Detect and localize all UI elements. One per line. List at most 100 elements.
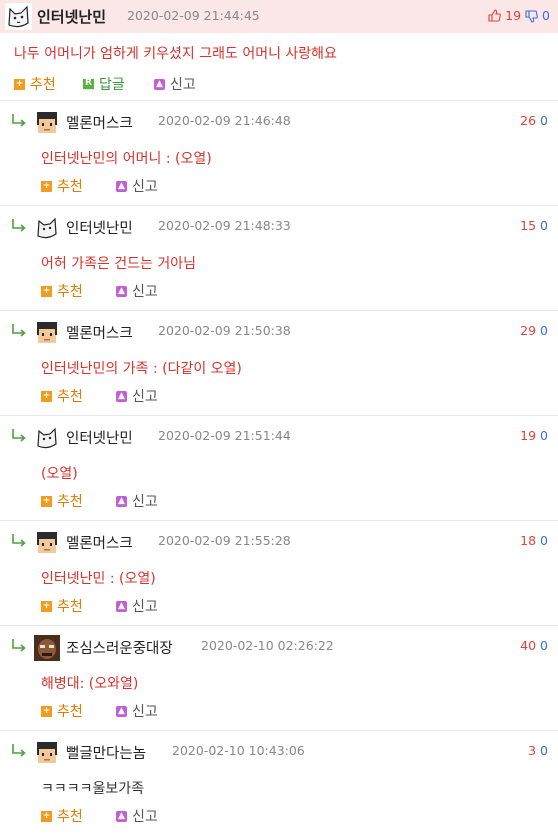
plus-icon: + (41, 285, 52, 297)
top-comment-date: 2020-02-09 21:44:45 (127, 8, 260, 23)
siren-icon: ▲ (154, 78, 165, 90)
plus-icon: + (41, 390, 52, 402)
up-count[interactable]: 26 (520, 113, 536, 128)
up-count[interactable]: 3 (528, 743, 536, 758)
reply-text: 인터넷난민 : (오열) (41, 571, 156, 587)
reply-text: 인터넷난민의 가족 : (다같이 오열) (41, 361, 242, 377)
reply-list: 멜론머스크 2020-02-09 21:46:48 26 0 인터넷난민의 어머… (0, 101, 558, 834)
comment-thread: 인터넷난민 2020-02-09 21:44:45 19 0 나두 어머니가 엄… (0, 0, 558, 834)
plus-icon: + (41, 810, 52, 822)
reply-author[interactable]: 조심스러운중대장 (66, 637, 173, 658)
reply-votes: 3 0 (528, 743, 548, 758)
reply-votes: 29 0 (520, 323, 548, 338)
siren-icon: ▲ (116, 180, 127, 192)
siren-icon: ▲ (116, 810, 127, 822)
report-button[interactable]: ▲ 신고 (116, 596, 158, 616)
plus-icon: + (41, 495, 52, 507)
reply-date: 2020-02-09 21:50:38 (158, 323, 291, 338)
siren-icon: ▲ (116, 390, 127, 402)
plus-icon: + (14, 78, 25, 90)
reply-text: 해병대: (오와열) (41, 676, 139, 692)
recommend-button[interactable]: + 추천 (41, 386, 83, 406)
siren-icon: ▲ (116, 705, 127, 717)
plus-icon: + (41, 180, 52, 192)
reply-arrow-icon (12, 534, 26, 547)
reply-votes: 19 0 (520, 428, 548, 443)
recommend-button[interactable]: + 추천 (14, 74, 56, 94)
reply-arrow-icon (12, 744, 26, 757)
reply-date: 2020-02-09 21:55:28 (158, 533, 291, 548)
report-button[interactable]: ▲ 신고 (116, 281, 158, 301)
pixel-face-avatar-icon (34, 320, 60, 346)
reply-text: 인터넷난민의 어머니 : (오열) (41, 151, 212, 167)
top-comment-header: 인터넷난민 2020-02-09 21:44:45 19 0 (0, 0, 558, 33)
plus-icon: + (41, 705, 52, 717)
top-up-count: 19 (505, 8, 522, 23)
down-count[interactable]: 0 (540, 113, 548, 128)
reply-text: (오열) (41, 466, 78, 482)
recommend-button[interactable]: + 추천 (41, 806, 83, 826)
cat-avatar-icon (5, 3, 32, 30)
pixel-face-avatar-icon (34, 740, 60, 766)
recommend-button[interactable]: + 추천 (41, 281, 83, 301)
down-count[interactable]: 0 (540, 743, 548, 758)
top-comment-votes: 19 0 (488, 8, 550, 23)
down-count[interactable]: 0 (540, 323, 548, 338)
reply-button[interactable]: R 답글 (83, 74, 125, 94)
recommend-button[interactable]: + 추천 (41, 701, 83, 721)
up-count[interactable]: 29 (520, 323, 536, 338)
report-button[interactable]: ▲ 신고 (116, 491, 158, 511)
top-comment-author[interactable]: 인터넷난민 (37, 6, 106, 27)
reply-item: 조심스러운중대장 2020-02-10 02:26:22 40 0 해병대: (… (0, 626, 558, 731)
reply-date: 2020-02-09 21:46:48 (158, 113, 291, 128)
reply-author[interactable]: 뻘글만다는놈 (66, 742, 146, 763)
reply-arrow-icon (12, 429, 26, 442)
reply-item: 멜론머스크 2020-02-09 21:50:38 29 0 인터넷난민의 가족… (0, 311, 558, 416)
top-down-count: 0 (542, 8, 550, 23)
reply-arrow-icon (12, 639, 26, 652)
down-count[interactable]: 0 (540, 428, 548, 443)
down-count[interactable]: 0 (540, 218, 548, 233)
reply-item: 뻘글만다는놈 2020-02-10 10:43:06 3 0 ㅋㅋㅋㅋ울보가족 … (0, 731, 558, 834)
cat-avatar-icon (34, 425, 60, 451)
reply-date: 2020-02-09 21:48:33 (158, 218, 291, 233)
reply-text: 어허 가족은 건드는 거아님 (41, 256, 197, 272)
thumbs-up-icon[interactable] (488, 9, 502, 22)
up-count[interactable]: 40 (520, 638, 536, 653)
reply-author[interactable]: 인터넷난민 (66, 427, 133, 448)
report-button[interactable]: ▲ 신고 (116, 176, 158, 196)
report-button[interactable]: ▲ 신고 (116, 806, 158, 826)
recommend-button[interactable]: + 추천 (41, 176, 83, 196)
reply-date: 2020-02-09 21:51:44 (158, 428, 291, 443)
recommend-button[interactable]: + 추천 (41, 596, 83, 616)
reply-votes: 15 0 (520, 218, 548, 233)
reply-author[interactable]: 멜론머스크 (66, 322, 133, 343)
reply-icon: R (83, 78, 94, 90)
up-count[interactable]: 18 (520, 533, 536, 548)
up-count[interactable]: 15 (520, 218, 536, 233)
reply-item: 인터넷난민 2020-02-09 21:51:44 19 0 (오열) + 추천 … (0, 416, 558, 521)
down-count[interactable]: 0 (540, 533, 548, 548)
top-comment-text: 나두 어머니가 엄하게 키우셨지 그래도 어머니 사랑해요 (14, 46, 337, 62)
pixel-face-avatar-icon (34, 110, 60, 136)
reply-date: 2020-02-10 02:26:22 (201, 638, 334, 653)
brown-face-avatar-icon (34, 635, 60, 661)
down-count[interactable]: 0 (540, 638, 548, 653)
report-button[interactable]: ▲ 신고 (154, 74, 196, 94)
reply-author[interactable]: 멜론머스크 (66, 112, 133, 133)
siren-icon: ▲ (116, 285, 127, 297)
reply-item: 인터넷난민 2020-02-09 21:48:33 15 0 어허 가족은 건드… (0, 206, 558, 311)
reply-arrow-icon (12, 324, 26, 337)
reply-author[interactable]: 멜론머스크 (66, 532, 133, 553)
recommend-button[interactable]: + 추천 (41, 491, 83, 511)
siren-icon: ▲ (116, 495, 127, 507)
report-button[interactable]: ▲ 신고 (116, 386, 158, 406)
cat-avatar-icon (34, 215, 60, 241)
reply-item: 멜론머스크 2020-02-09 21:55:28 18 0 인터넷난민 : (… (0, 521, 558, 626)
reply-author[interactable]: 인터넷난민 (66, 217, 133, 238)
thumbs-down-icon[interactable] (525, 10, 538, 23)
pixel-face-avatar-icon (34, 530, 60, 556)
report-button[interactable]: ▲ 신고 (116, 701, 158, 721)
up-count[interactable]: 19 (520, 428, 536, 443)
reply-votes: 40 0 (520, 638, 548, 653)
